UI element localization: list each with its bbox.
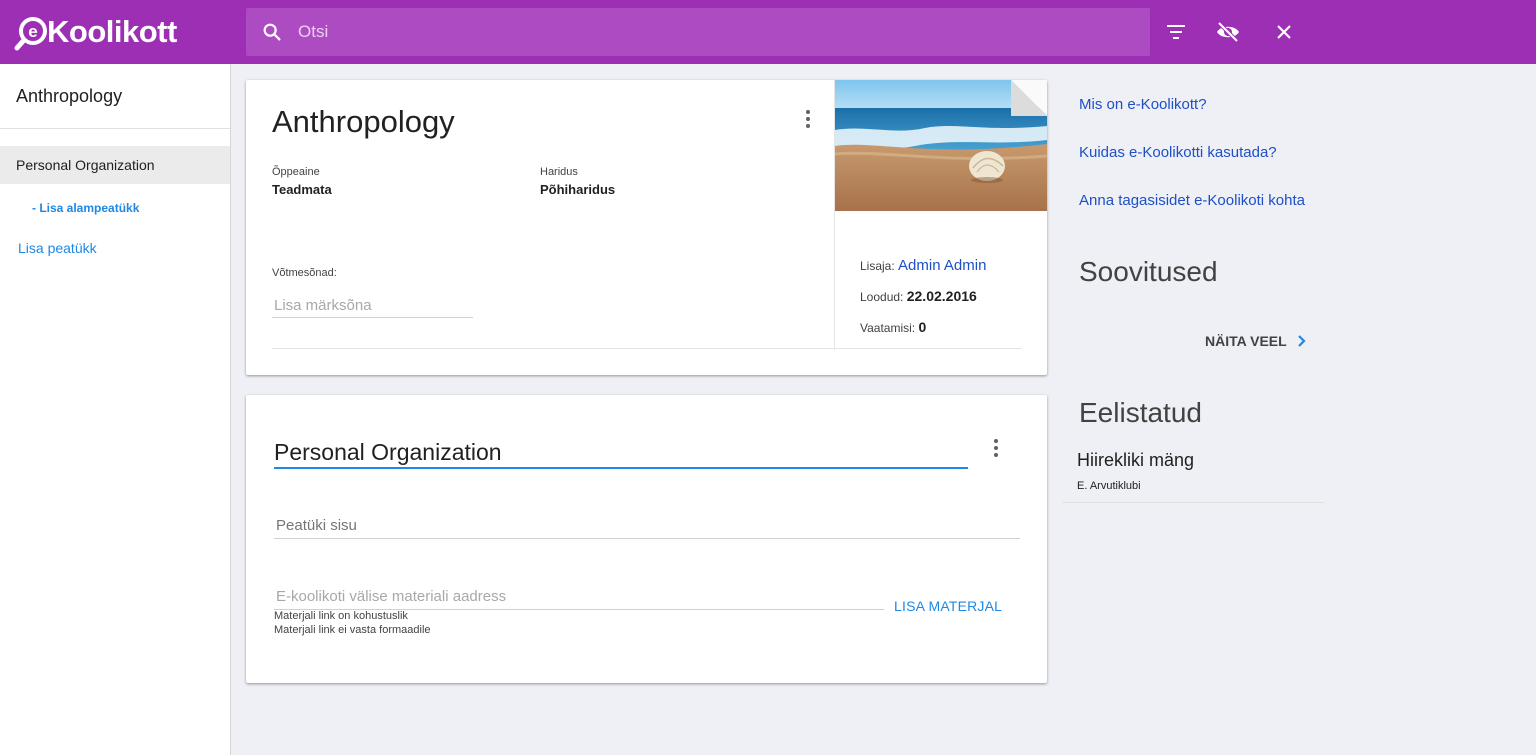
added-by-label: Lisaja: [860,259,895,273]
chapter-title: Personal Organization [274,439,502,465]
top-app-bar: e Koolikott [0,0,1536,64]
card-divider [272,348,1022,349]
education-value: Põhiharidus [540,182,616,197]
keywords-label: Võtmesõnad: [272,267,337,279]
added-by-row: Lisaja: Admin Admin [860,257,986,274]
added-by-link[interactable]: Admin Admin [898,257,986,274]
link-feedback[interactable]: Anna tagasisidet e-Koolikoti kohta [1079,192,1305,209]
app-logo[interactable]: e Koolikott [14,12,184,52]
favorite-divider [1062,502,1324,503]
filter-icon[interactable] [1160,16,1192,48]
link-what-is[interactable]: Mis on e-Koolikott? [1079,96,1207,113]
eye-off-icon[interactable] [1212,16,1244,48]
chapter-title-field[interactable]: Personal Organization [274,439,968,469]
views-value: 0 [918,319,927,335]
add-material-button[interactable]: LISA MATERJAL [894,598,1002,614]
logo-magnifier-icon: e [14,14,50,51]
sidebar-title[interactable]: Anthropology [16,86,122,107]
created-label: Loodud: [860,290,904,304]
created-value: 22.02.2016 [906,288,977,304]
sidebar-divider [0,128,230,129]
show-more-label: NÄITA VEEL [1205,333,1287,349]
material-thumbnail [835,80,1047,211]
search-icon[interactable] [246,21,298,43]
material-title: Anthropology [272,104,455,139]
chapter-menu-icon[interactable] [986,436,1006,460]
hint-required: Materjali link on kohustuslik [274,610,408,622]
material-url-input[interactable] [274,584,884,610]
material-menu-icon[interactable] [798,107,818,131]
logo-text: Koolikott [47,14,177,49]
logo-prefix: e [28,22,37,41]
views-label: Vaatamisi: [860,321,916,335]
keyword-input[interactable] [272,294,473,318]
material-card: Anthropology Õppeaine Teadmata Haridus P… [246,80,1047,375]
search-input[interactable] [298,22,1098,42]
add-chapter-link[interactable]: Lisa peatükk [18,240,97,256]
subject-value: Teadmata [272,182,332,197]
chevron-right-icon [1297,334,1307,348]
hint-format: Materjali link ei vasta formaadile [274,624,431,636]
sidebar: Anthropology Personal Organization - Lis… [0,64,231,755]
sidebar-item-personal-organization[interactable]: Personal Organization [0,146,230,184]
favorites-heading: Eelistatud [1079,397,1202,428]
chapter-card: Personal Organization Materjali link on … [246,395,1047,683]
subject-label: Õppeaine [272,166,320,178]
created-row: Loodud: 22.02.2016 [860,288,977,304]
show-more-button[interactable]: NÄITA VEEL [1205,333,1307,349]
close-icon[interactable] [1268,16,1300,48]
favorite-item-title[interactable]: Hiirekliki mäng [1077,450,1194,471]
add-subchapter-link[interactable]: - Lisa alampeatükk [32,201,139,215]
views-row: Vaatamisi: 0 [860,319,926,335]
recommendations-heading: Soovitused [1079,256,1218,287]
search-bar [246,8,1150,56]
chapter-content-input[interactable] [274,513,1020,539]
favorite-item-author: E. Arvutiklubi [1077,480,1141,492]
education-label: Haridus [540,166,578,178]
link-how-to-use[interactable]: Kuidas e-Koolikotti kasutada? [1079,144,1277,161]
